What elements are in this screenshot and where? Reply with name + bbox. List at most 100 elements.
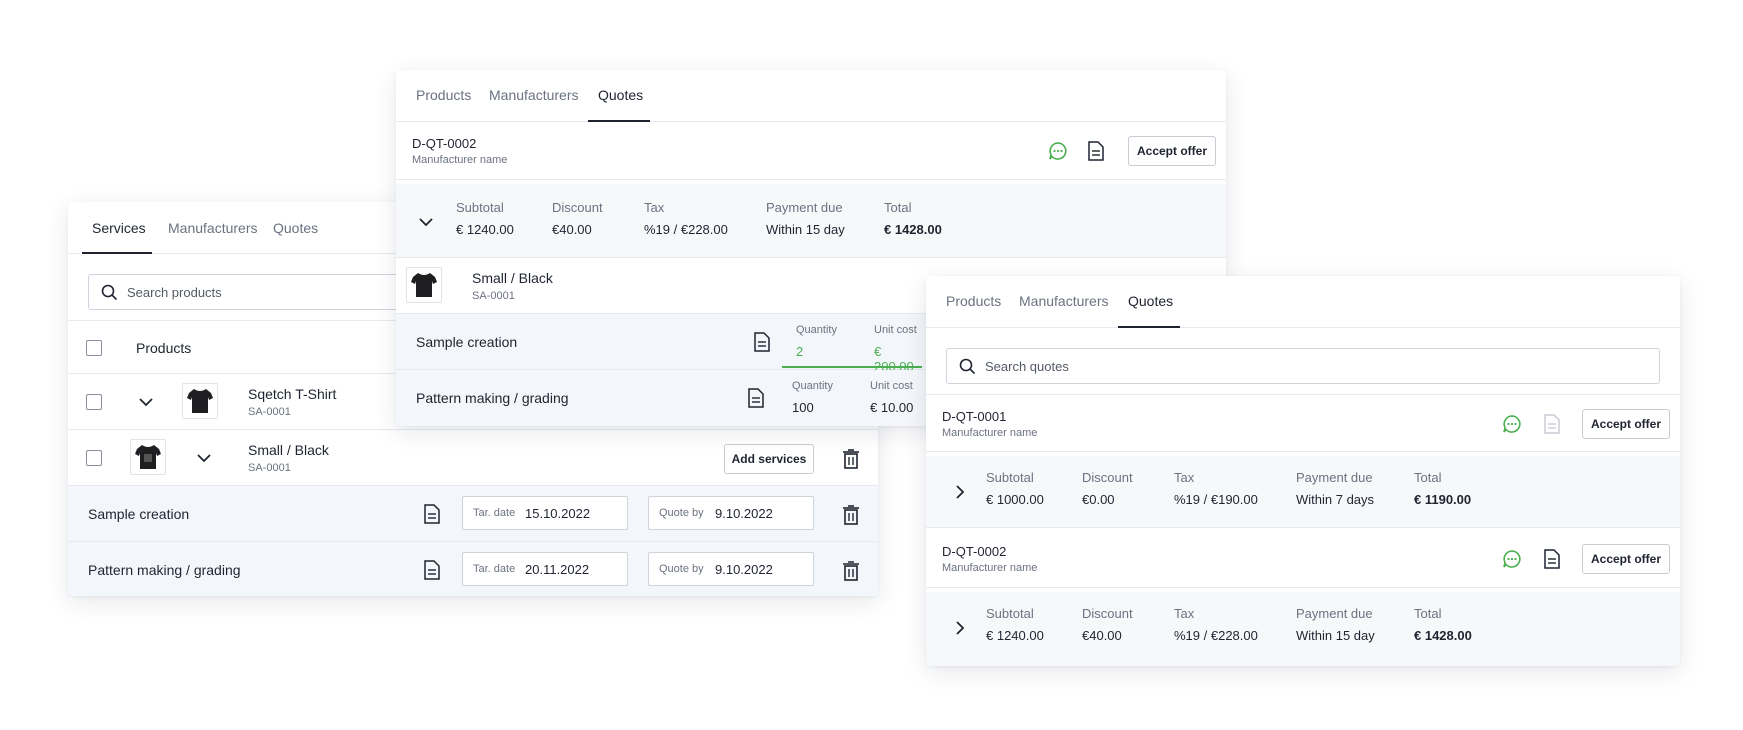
select-all-checkbox[interactable] [86,340,102,356]
tab-quotes[interactable]: Quotes [598,87,643,103]
trash-icon[interactable] [842,561,860,581]
quantity-label: Quantity [796,324,837,336]
tax-label: Tax [1174,470,1195,485]
quote-by-value: 9.10.2022 [715,506,773,521]
target-date-value: 20.11.2022 [525,562,590,577]
tab-quotes[interactable]: Quotes [1128,293,1173,309]
tab-manufacturers[interactable]: Manufacturers [1019,293,1108,309]
add-services-button[interactable]: Add services [724,444,814,474]
unit-cost-label: Unit cost [870,380,913,392]
total-value: € 1428.00 [1414,628,1472,643]
search-input[interactable] [985,349,1647,383]
discount-value: €0.00 [1082,492,1115,507]
chevron-right-icon[interactable] [954,620,966,636]
tshirt-icon [135,445,161,469]
trash-icon[interactable] [842,505,860,525]
quote-by-value: 9.10.2022 [715,562,773,577]
service-name: Sample creation [416,334,518,350]
products-header-label: Products [136,340,192,356]
document-icon[interactable] [1088,141,1104,161]
product-sku: SA-0001 [248,406,291,418]
document-icon-disabled [1544,414,1560,434]
product-thumbnail [182,383,218,419]
payment-due-value: Within 15 day [766,222,845,237]
subtotal-value: € 1240.00 [456,222,514,237]
variant-row[interactable]: Small / Black SA-0001 Add services [68,430,878,486]
quote-id: D-QT-0002 [412,136,477,151]
accept-offer-button[interactable]: Accept offer [1582,544,1670,574]
document-icon[interactable] [754,332,770,352]
tab-products[interactable]: Products [416,87,471,103]
quotes-list-card: Products Manufacturers Quotes D-QT-0001 … [926,276,1680,666]
quote-by-field[interactable]: Quote by 9.10.2022 [648,496,814,530]
tax-value: %19 / €190.00 [1174,492,1258,507]
chat-icon[interactable] [1502,414,1522,434]
trash-icon[interactable] [842,449,860,469]
variant-sku: SA-0001 [472,290,515,302]
quote-header-row: D-QT-0001 Manufacturer name Accept offer [926,394,1680,452]
tab-quotes[interactable]: Quotes [273,220,318,236]
document-icon[interactable] [424,504,440,524]
tshirt-icon [411,273,437,297]
variant-name: Small / Black [472,270,553,286]
total-label: Total [1414,606,1442,621]
quote-by-label: Quote by [659,563,704,575]
quantity-field[interactable]: Quantity 2 Unit cost € 200.00 [782,314,922,374]
discount-label: Discount [552,200,603,215]
chevron-down-icon[interactable] [138,396,154,408]
accept-offer-button[interactable]: Accept offer [1128,136,1216,166]
tab-manufacturers[interactable]: Manufacturers [489,87,578,103]
chevron-right-icon[interactable] [954,484,966,500]
tab-manufacturers[interactable]: Manufacturers [168,220,257,236]
manufacturer-name: Manufacturer name [412,154,508,166]
discount-value: €40.00 [1082,628,1122,643]
tshirt-icon [187,389,213,413]
subtotal-value: € 1000.00 [986,492,1044,507]
search-quotes-box[interactable] [946,348,1660,384]
tax-label: Tax [644,200,665,215]
tab-services[interactable]: Services [92,220,146,236]
subtotal-label: Subtotal [986,470,1034,485]
chevron-down-icon[interactable] [196,452,212,464]
chat-icon[interactable] [1048,141,1068,161]
discount-label: Discount [1082,606,1133,621]
unit-cost-value: € 10.00 [870,400,914,415]
total-value: € 1190.00 [1414,492,1472,507]
tab-products[interactable]: Products [946,293,1001,309]
accept-offer-button[interactable]: Accept offer [1582,409,1670,439]
quote-id: D-QT-0001 [942,409,1007,424]
document-icon[interactable] [424,560,440,580]
chevron-down-icon[interactable] [418,216,434,228]
product-name: Sqetch T-Shirt [248,386,337,402]
manufacturer-name: Manufacturer name [942,427,1038,439]
variant-name: Small / Black [248,442,329,458]
quote-by-field[interactable]: Quote by 9.10.2022 [648,552,814,586]
target-date-field[interactable]: Tar. date 20.11.2022 [462,552,628,586]
service-name: Sample creation [88,506,190,522]
quote-summary-row: Subtotal € 1240.00 Discount €40.00 Tax %… [396,184,1226,258]
document-icon[interactable] [1544,549,1560,569]
quantity-label: Quantity [792,380,833,392]
payment-due-value: Within 15 day [1296,628,1375,643]
tax-value: %19 / €228.00 [1174,628,1258,643]
payment-due-value: Within 7 days [1296,492,1375,507]
quote-header-row: D-QT-0002 Manufacturer name Accept offer [396,122,1226,180]
chat-icon[interactable] [1502,549,1522,569]
subtotal-label: Subtotal [986,606,1034,621]
variant-sku: SA-0001 [248,462,291,474]
variant-thumbnail [406,267,442,303]
tax-value: %19 / €228.00 [644,222,728,237]
product-checkbox[interactable] [86,394,102,410]
unit-cost-label: Unit cost [874,324,917,336]
document-icon[interactable] [748,388,764,408]
discount-label: Discount [1082,470,1133,485]
total-value: € 1428.00 [884,222,942,237]
total-label: Total [884,200,912,215]
target-date-field[interactable]: Tar. date 15.10.2022 [462,496,628,530]
service-name: Pattern making / grading [88,562,241,578]
variant-checkbox[interactable] [86,450,102,466]
search-icon [959,358,976,375]
discount-value: €40.00 [552,222,592,237]
service-name: Pattern making / grading [416,390,569,406]
quantity-value: 2 [796,344,804,359]
